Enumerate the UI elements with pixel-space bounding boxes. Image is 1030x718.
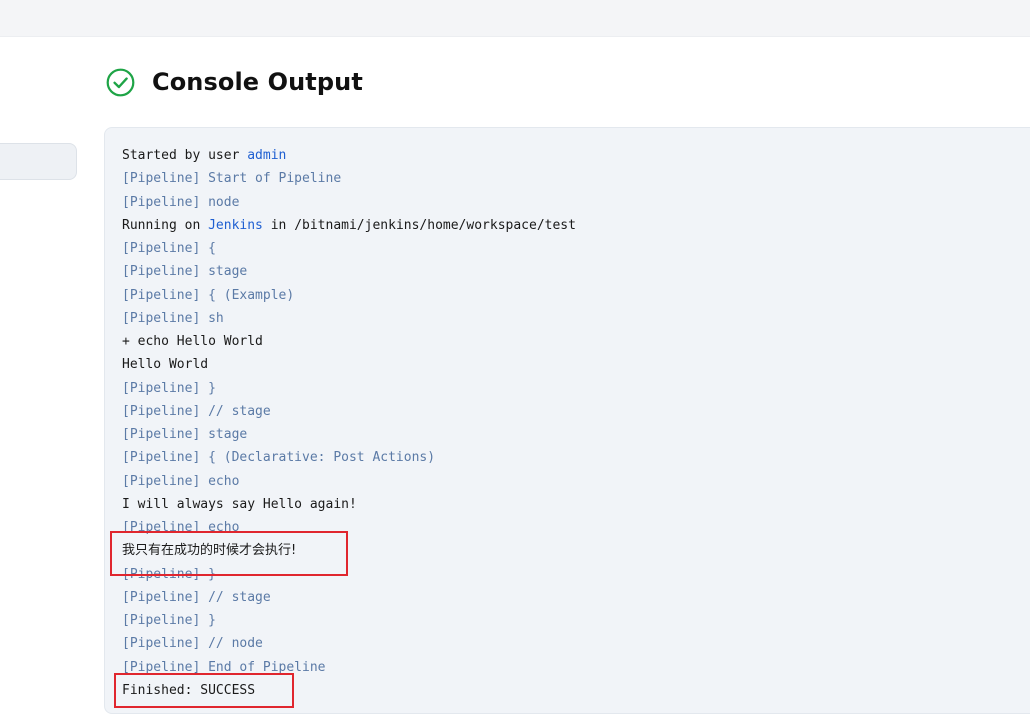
console-line-pipeline: [Pipeline] Start of Pipeline xyxy=(122,167,1030,190)
console-text: [Pipeline] End of Pipeline xyxy=(122,659,326,675)
console-line: Started by user admin xyxy=(122,144,1030,167)
console-line-pipeline: [Pipeline] node xyxy=(122,191,1030,214)
console-text: + echo Hello World xyxy=(122,334,263,349)
console-line-pipeline: [Pipeline] stage xyxy=(122,423,1030,446)
console-text: [Pipeline] stage xyxy=(122,264,248,280)
console-text: [Pipeline] // stage xyxy=(122,403,271,419)
console-line-pipeline: [Pipeline] { xyxy=(122,237,1030,260)
console-text: I will always say Hello again! xyxy=(122,496,357,512)
console-line-highlighted: Finished: SUCCESS xyxy=(122,679,1030,702)
console-text: [Pipeline] } xyxy=(122,566,216,582)
console-text: [Pipeline] echo xyxy=(122,473,240,489)
console-output: Started by user admin [Pipeline] Start of… xyxy=(104,127,1030,714)
console-line: Hello World xyxy=(122,353,1030,376)
console-link[interactable]: admin xyxy=(247,148,286,163)
console-text: [Pipeline] Start of Pipeline xyxy=(122,171,342,187)
console-line: Running on Jenkins in /bitnami/jenkins/h… xyxy=(122,214,1030,237)
console-line-pipeline: [Pipeline] End of Pipeline xyxy=(122,656,1030,679)
console-line-pipeline: [Pipeline] { (Declarative: Post Actions) xyxy=(122,446,1030,469)
console-text: [Pipeline] { (Declarative: Post Actions) xyxy=(122,450,436,466)
console-text: Running on xyxy=(122,217,209,233)
console-text: [Pipeline] echo xyxy=(122,520,240,535)
console-text: Started by user xyxy=(122,148,248,163)
check-circle-icon xyxy=(106,68,135,96)
page-header: Console Output xyxy=(106,66,363,98)
console-text: [Pipeline] { (Example) xyxy=(122,287,295,303)
console-line-pipeline: [Pipeline] } xyxy=(122,563,1030,586)
console-line: + echo Hello World xyxy=(122,330,1030,353)
console-line-pipeline: [Pipeline] echo xyxy=(122,470,1030,493)
console-line: I will always say Hello again! xyxy=(122,493,1030,516)
console-text: [Pipeline] // stage xyxy=(122,589,271,605)
console-line-pipeline: [Pipeline] sh xyxy=(122,307,1030,330)
console-line-pipeline: [Pipeline] { (Example) xyxy=(122,284,1030,307)
console-text: [Pipeline] stage xyxy=(122,427,248,442)
console-line-pipeline: [Pipeline] } xyxy=(122,609,1030,632)
console-text: 我只有在成功的时候才会执行! xyxy=(122,543,297,559)
console-line-pipeline: [Pipeline] stage xyxy=(122,260,1030,283)
console-line-pipeline: [Pipeline] // stage xyxy=(122,400,1030,423)
console-text: in /bitnami/jenkins/home/workspace/test xyxy=(262,217,576,233)
page-title: Console Output xyxy=(152,68,363,96)
console-text: [Pipeline] { xyxy=(122,241,216,256)
sidebar-item-active[interactable] xyxy=(0,143,77,180)
console-text: Finished: SUCCESS xyxy=(122,682,256,698)
console-text: [Pipeline] sh xyxy=(122,310,224,326)
console-line-highlighted: 我只有在成功的时候才会执行! xyxy=(122,539,1030,562)
console-line-pipeline: [Pipeline] echo xyxy=(122,516,1030,539)
console-line-pipeline: [Pipeline] // stage xyxy=(122,586,1030,609)
console-link[interactable]: Jenkins xyxy=(208,218,263,233)
console-text: [Pipeline] node xyxy=(122,194,240,210)
console-text: [Pipeline] } xyxy=(122,613,216,628)
top-bar xyxy=(0,0,1030,37)
console-text: [Pipeline] // node xyxy=(122,636,263,652)
console-line-pipeline: [Pipeline] } xyxy=(122,377,1030,400)
console-line-pipeline: [Pipeline] // node xyxy=(122,632,1030,655)
console-text: Hello World xyxy=(122,357,209,373)
console-text: [Pipeline] } xyxy=(122,380,216,396)
